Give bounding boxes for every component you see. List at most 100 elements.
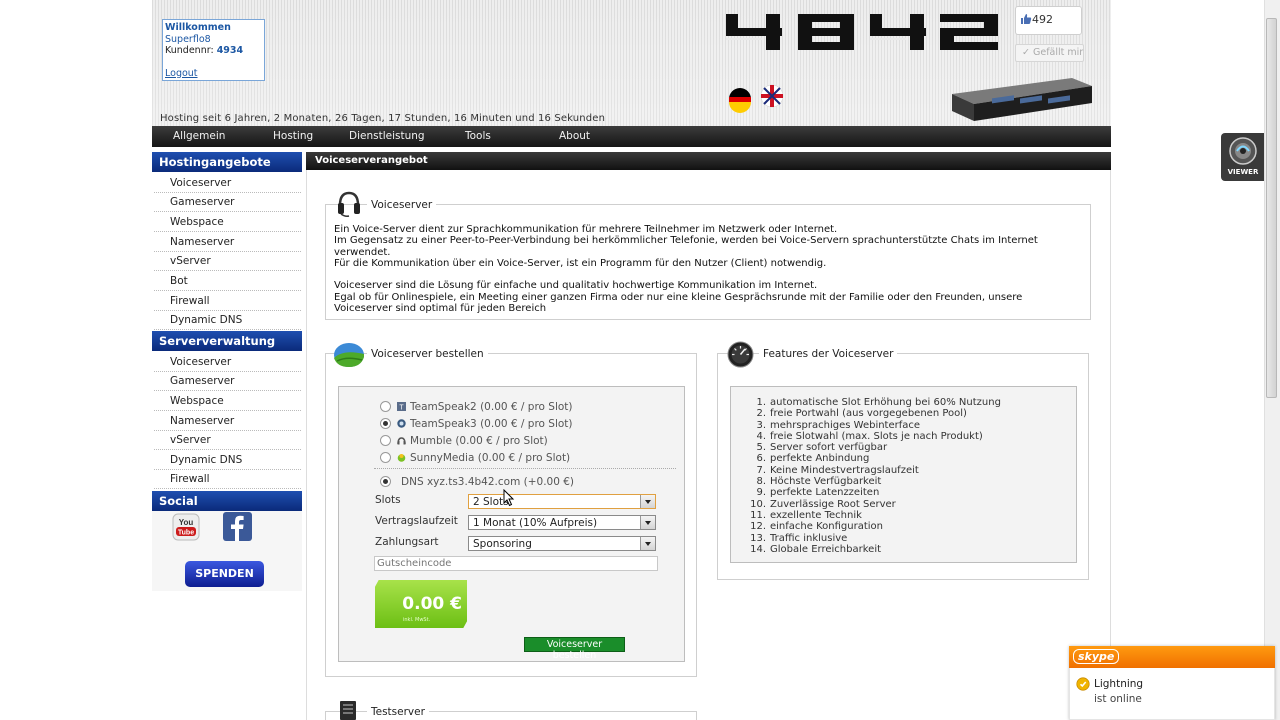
sunnymedia-radio[interactable] [380, 452, 391, 463]
sunnymedia-icon [397, 454, 406, 462]
feature-item: 5. Server sofort verfügbar [756, 442, 888, 454]
sidebar-item-manage-dynamic-dns[interactable]: Dynamic DNS [154, 451, 301, 470]
customer-number: Kundennr: 4934 [165, 45, 262, 57]
welcome-text: Willkommen [165, 22, 231, 33]
like-count-box: 492 [1015, 6, 1082, 35]
sidebar-item-firewall[interactable]: Firewall [154, 292, 301, 311]
site-logo[interactable] [726, 14, 998, 50]
sidebar-item-manage-gameserver[interactable]: Gameserver [154, 372, 301, 391]
feature-item: 12. einfache Konfiguration [750, 521, 883, 533]
customer-value: 4934 [216, 45, 244, 56]
sidebar-item-gameserver[interactable]: Gameserver [154, 193, 301, 212]
chevron-down-icon [640, 516, 655, 529]
feature-item: 9. perfekte Latenzzeiten [756, 487, 880, 499]
feature-item: 1. automatische Slot Erhöhung bei 60% Nut… [756, 397, 1001, 408]
coupon-input[interactable] [374, 556, 658, 571]
order-submit-button[interactable]: Voiceserver bestellen [524, 637, 625, 661]
option-teamspeak2[interactable]: T TeamSpeak2 (0.00 € / pro Slot) [380, 401, 573, 413]
nav-item-hosting[interactable]: Hosting [273, 130, 313, 142]
description-line: Voiceserver sind die Lösung für einfache… [334, 280, 818, 292]
nav-item-allgemein[interactable]: Allgemein [173, 130, 225, 142]
scrollbar-thumb[interactable] [1266, 18, 1277, 398]
mumble-label: Mumble (0.00 € / pro Slot) [410, 435, 548, 447]
viewer-widget[interactable]: VIEWER [1221, 133, 1265, 181]
sidebar-item-bot[interactable]: Bot [154, 272, 301, 291]
german-flag-icon [729, 88, 751, 113]
features-list: 1. automatische Slot Erhöhung bei 60% Nut… [745, 397, 1001, 555]
landscape-icon [334, 343, 364, 367]
voiceserver-box-title: Voiceserver [367, 199, 437, 211]
payment-value: Sponsoring [473, 538, 532, 550]
sidebar-item-dynamic-dns[interactable]: Dynamic DNS [154, 311, 301, 330]
facebook-icon[interactable] [223, 512, 252, 541]
skype-online-icon [1076, 677, 1090, 691]
feature-item: 14. Globale Erreichbarkeit [750, 543, 882, 555]
term-select[interactable]: 1 Monat (10% Aufpreis) [468, 515, 656, 530]
server-rack-image [952, 78, 1092, 121]
teamspeak3-radio[interactable] [380, 418, 391, 429]
gauge-icon [727, 341, 754, 368]
sidebar-heading-social: Social [152, 491, 302, 511]
like-button[interactable]: ✓ Gefällt mir [1015, 44, 1084, 62]
price-subtext: inkl. MwSt. [403, 617, 431, 623]
option-dns[interactable]: DNS xyz.ts3.4b42.com (+0.00 €) [380, 476, 574, 488]
sidebar-item-nameserver[interactable]: Nameserver [154, 233, 301, 252]
feature-item: 11. exzellente Technik [750, 509, 862, 521]
price-value: 0.00 € [402, 594, 462, 614]
logout-link[interactable]: Logout [165, 68, 262, 80]
donate-button[interactable]: SPENDEN [185, 561, 264, 587]
dns-label: DNS xyz.ts3.4b42.com (+0.00 €) [401, 476, 575, 488]
nav-item-tools[interactable]: Tools [465, 130, 491, 142]
option-teamspeak3[interactable]: TeamSpeak3 (0.00 € / pro Slot) [380, 418, 573, 430]
mumble-radio[interactable] [380, 435, 391, 446]
teamspeak3-label: TeamSpeak3 (0.00 € / pro Slot) [410, 418, 573, 430]
viewer-label: VIEWER [1227, 168, 1259, 176]
skype-username: Lightning [1094, 678, 1144, 690]
voiceserver-description: Ein Voice-Server dient zur Sprachkommuni… [334, 224, 1086, 314]
mouse-cursor-icon [503, 489, 515, 507]
feature-item: 8. Höchste Verfügbarkeit [756, 476, 882, 488]
order-box-title: Voiceserver bestellen [367, 348, 488, 360]
svg-text:T: T [399, 405, 404, 412]
option-sunnymedia[interactable]: SunnyMedia (0.00 € / pro Slot) [380, 452, 570, 464]
sidebar-item-manage-voiceserver[interactable]: Voiceserver [154, 353, 301, 372]
feature-item: 3. mehrsprachiges Webinterface [756, 419, 921, 431]
feature-item: 6. perfekte Anbindung [756, 453, 870, 465]
sidebar-heading-serververwaltung: Serververwaltung [152, 331, 302, 351]
description-line: verwendet. [334, 246, 391, 258]
option-mumble[interactable]: Mumble (0.00 € / pro Slot) [380, 435, 548, 447]
chevron-down-icon [640, 537, 655, 550]
teamspeak2-radio[interactable] [380, 401, 391, 412]
sidebar-item-webspace[interactable]: Webspace [154, 213, 301, 232]
description-line: Für die Kommunikation über ein Voice-Ser… [334, 257, 827, 269]
nav-item-dienstleistung[interactable]: Dienstleistung [349, 130, 425, 142]
sidebar-item-voiceserver[interactable]: Voiceserver [154, 174, 301, 193]
sidebar-item-vserver[interactable]: vServer [154, 252, 301, 271]
svg-text:Tube: Tube [178, 530, 194, 537]
language-flags [729, 84, 784, 113]
features-box-title: Features der Voiceserver [759, 348, 898, 360]
like-count: 492 [1032, 13, 1053, 26]
slots-select[interactable]: 2 Slots [468, 494, 656, 509]
description-line: Egal ob für Onlinespiele, ein Meeting ei… [334, 291, 1023, 303]
skype-status-text: ist online [1094, 693, 1142, 705]
login-box: Willkommen Superflo8 Kundennr: 4934 Logo… [162, 19, 265, 81]
dns-radio[interactable] [380, 476, 391, 487]
sidebar-item-manage-nameserver[interactable]: Nameserver [154, 412, 301, 431]
nav-item-about[interactable]: About [559, 130, 590, 142]
sidebar-heading-hosting: Hostingangebote [152, 152, 302, 172]
feature-item: 2. freie Portwahl (aus vorgegebenen Pool) [756, 408, 967, 420]
sidebar-item-manage-firewall[interactable]: Firewall [154, 470, 301, 489]
youtube-icon[interactable]: You Tube [172, 513, 200, 541]
feature-item: 10. Zuverlässige Root Server [750, 498, 896, 510]
payment-select[interactable]: Sponsoring [468, 536, 656, 551]
sunnymedia-label: SunnyMedia (0.00 € / pro Slot) [410, 452, 571, 464]
description-line: Ein Voice-Server dient zur Sprachkommuni… [334, 224, 838, 235]
sidebar-item-manage-vserver[interactable]: vServer [154, 431, 301, 450]
content-title-bar: Voiceserverangebot [306, 152, 1111, 170]
chevron-down-icon [640, 495, 655, 508]
term-label: Vertragslaufzeit [375, 515, 458, 527]
username: Superflo8 [165, 33, 211, 45]
sidebar-item-manage-webspace[interactable]: Webspace [154, 392, 301, 411]
description-line: Voiceserver sind optimal für jeden Berei… [334, 303, 547, 315]
